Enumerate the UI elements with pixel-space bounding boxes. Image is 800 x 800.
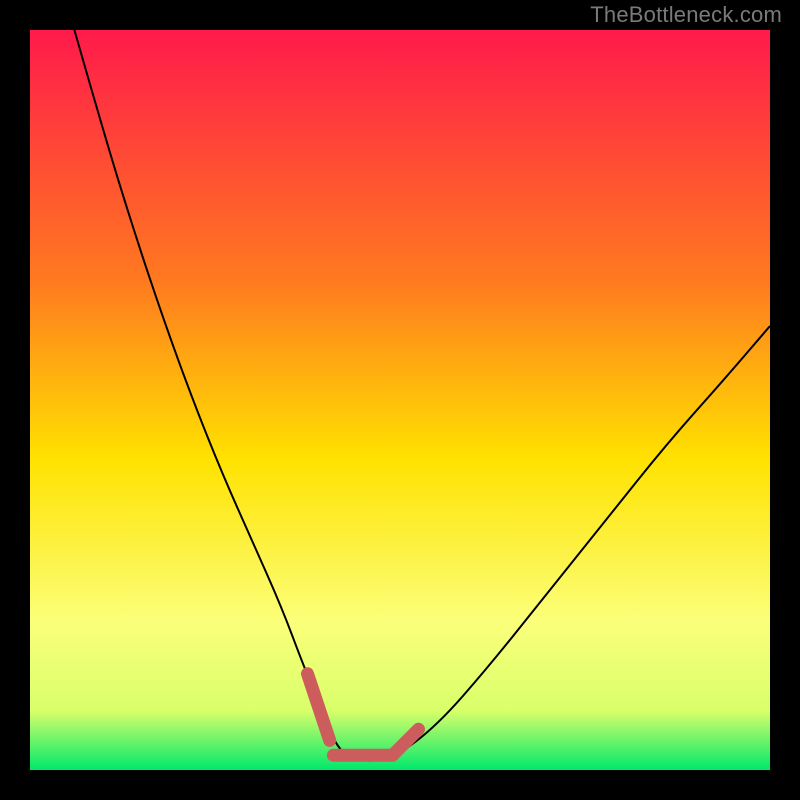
- chart-area: [30, 30, 770, 770]
- bottleneck-chart: [30, 30, 770, 770]
- outer-frame: TheBottleneck.com: [0, 0, 800, 800]
- watermark-text: TheBottleneck.com: [590, 2, 782, 28]
- gradient-background: [30, 30, 770, 770]
